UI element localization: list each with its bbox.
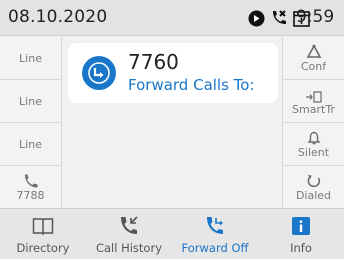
line-key-2[interactable]: Line <box>0 80 61 123</box>
bell-icon <box>306 129 322 146</box>
missed-call-icon <box>270 9 288 27</box>
line-key-label: Line <box>19 94 42 108</box>
line-key-3[interactable]: Line <box>0 123 61 166</box>
call-forward-card[interactable]: 7760 Forward Calls To: <box>68 43 278 103</box>
directory-label: Directory <box>16 241 70 255</box>
conf-label: Conf <box>300 60 327 73</box>
forward-status-text: Forward Calls To: <box>128 76 255 94</box>
silent-key[interactable]: Silent <box>283 123 344 166</box>
smart-transfer-label: SmartTr <box>292 103 335 116</box>
main-area: 7760 Forward Calls To: <box>62 37 282 208</box>
info-button[interactable]: Info <box>258 209 344 259</box>
status-bar: 08.10.2020 9:59 <box>0 0 344 36</box>
bottom-softkey-bar: Directory Call History Forward Off Info <box>0 208 344 259</box>
phone-screen: 08.10.2020 9:59 Line Line Line 7788 7760… <box>0 0 344 259</box>
directory-button[interactable]: Directory <box>0 209 86 259</box>
book-icon <box>32 215 54 237</box>
account-extension-label: 7788 <box>16 189 45 202</box>
conference-icon <box>306 43 322 60</box>
phone-handset-icon <box>23 172 39 189</box>
forward-icon <box>82 56 116 90</box>
line-key-label: Line <box>19 51 42 65</box>
call-history-icon <box>118 215 140 237</box>
forward-number: 7760 <box>128 50 179 74</box>
forward-phone-icon <box>204 215 226 237</box>
do-not-disturb-icon <box>248 10 265 27</box>
call-history-button[interactable]: Call History <box>86 209 172 259</box>
forward-off-button[interactable]: Forward Off <box>172 209 258 259</box>
right-soft-keys: Conf SmartTr Silent Dialed <box>282 37 344 208</box>
left-line-keys: Line Line Line 7788 <box>0 37 62 208</box>
smart-transfer-icon <box>305 86 323 103</box>
info-icon <box>291 215 311 237</box>
info-label: Info <box>290 241 312 255</box>
time-display: 9:59 <box>296 7 335 27</box>
line-key-label: Line <box>19 137 42 151</box>
conf-key[interactable]: Conf <box>283 37 344 80</box>
dialed-key[interactable]: Dialed <box>283 166 344 208</box>
dialed-label: Dialed <box>295 189 332 202</box>
redial-icon <box>306 172 322 189</box>
line-key-1[interactable]: Line <box>0 37 61 80</box>
forward-off-label: Forward Off <box>181 241 249 255</box>
line-key-account[interactable]: 7788 <box>0 166 61 208</box>
date-display: 08.10.2020 <box>8 7 108 27</box>
silent-label: Silent <box>297 146 330 159</box>
smart-transfer-key[interactable]: SmartTr <box>283 80 344 123</box>
call-history-label: Call History <box>95 241 163 255</box>
